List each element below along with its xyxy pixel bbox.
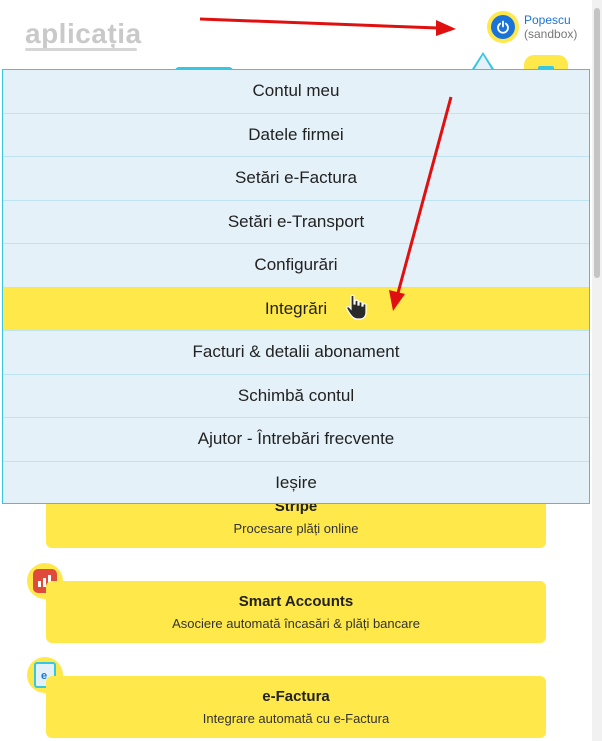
scrollbar-thumb[interactable] — [594, 8, 600, 278]
menu-item-schimba-contul[interactable]: Schimbă contul — [3, 375, 589, 418]
menu-item-contul-meu[interactable]: Contul meu — [3, 70, 589, 114]
annotation-arrow-right — [199, 17, 456, 36]
card-subtitle: Asociere automată încasări & plăți banca… — [172, 616, 420, 631]
menu-item-setari-etransport[interactable]: Setări e-Transport — [3, 201, 589, 244]
menu-item-facturi-abonament[interactable]: Facturi & detalii abonament — [3, 331, 589, 375]
menu-item-setari-efactura[interactable]: Setări e-Factura — [3, 157, 589, 201]
power-icon — [487, 11, 519, 43]
menu-item-datele-firmei[interactable]: Datele firmei — [3, 114, 589, 157]
menu-item-integrari[interactable]: Integrări — [3, 287, 589, 331]
user-menu-toggle[interactable]: Popescu (sandbox) — [487, 11, 577, 43]
app-logo[interactable]: aplicația — [25, 18, 142, 50]
integration-card-e-factura[interactable]: e-Factura Integrare automată cu e-Factur… — [46, 676, 546, 738]
card-title: e-Factura — [262, 688, 330, 705]
user-dropdown-menu: Contul meu Datele firmei Setări e-Factur… — [2, 69, 590, 504]
menu-item-ajutor[interactable]: Ajutor - Întrebări frecvente — [3, 418, 589, 462]
menu-item-configurari[interactable]: Configurări — [3, 244, 589, 288]
menu-item-iesire[interactable]: Ieșire — [3, 462, 589, 506]
dropdown-caret-fill — [474, 55, 492, 70]
card-subtitle: Procesare plăți online — [233, 521, 359, 536]
logo-underline — [25, 48, 137, 51]
scrollbar-track[interactable] — [592, 0, 602, 741]
user-mode: (sandbox) — [524, 27, 578, 41]
integration-card-smart-accounts[interactable]: Smart Accounts Asociere automată încasăr… — [46, 581, 546, 643]
card-title: Smart Accounts — [238, 593, 354, 610]
user-name[interactable]: Popescu — [524, 13, 577, 27]
card-subtitle: Integrare automată cu e-Factura — [202, 711, 390, 726]
